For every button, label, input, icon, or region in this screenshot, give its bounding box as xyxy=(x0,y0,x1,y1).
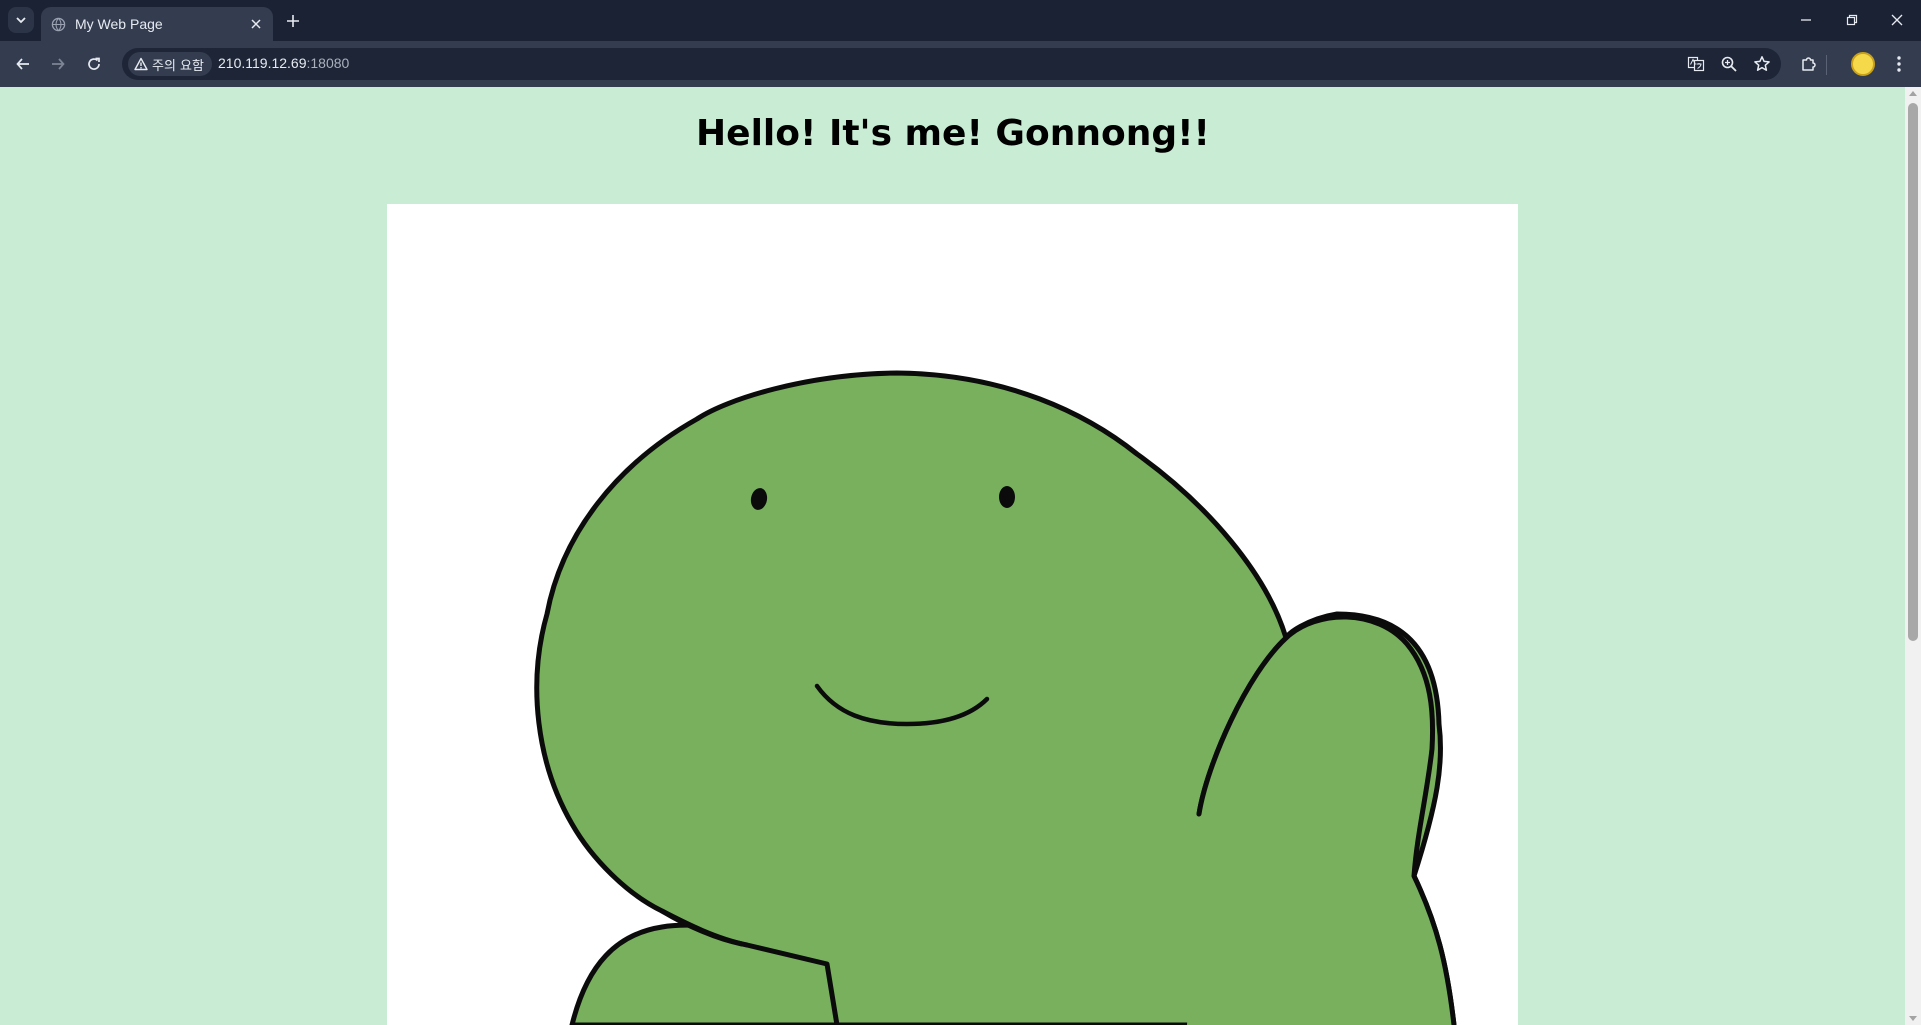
right-eye xyxy=(999,486,1015,508)
page-scrollbar[interactable] xyxy=(1905,87,1921,1025)
page-heading: Hello! It's me! Gonnong!! xyxy=(696,113,1210,154)
tab-search-button[interactable] xyxy=(8,7,34,33)
globe-icon xyxy=(51,17,66,31)
tab-close-button[interactable] xyxy=(245,13,267,35)
scroll-up-arrow[interactable] xyxy=(1909,91,1917,96)
scroll-thumb[interactable] xyxy=(1908,103,1918,641)
page-viewport: Hello! It's me! Gonnong!! xyxy=(1,87,1905,1025)
address-bar[interactable]: 주의 요함 210.119.12.69:18080 xyxy=(122,48,1781,80)
arrow-right-icon xyxy=(52,58,65,70)
scroll-down-arrow[interactable] xyxy=(1909,1016,1917,1021)
zoom-icon xyxy=(1721,56,1737,72)
reload-icon xyxy=(88,57,100,70)
puzzle-icon xyxy=(1802,57,1816,71)
forward-button[interactable] xyxy=(45,51,71,77)
arrow-left-icon xyxy=(16,58,29,70)
bookmark-button[interactable] xyxy=(1751,53,1773,75)
url-text[interactable]: 210.119.12.69:18080 xyxy=(218,55,349,71)
restore-icon xyxy=(1846,14,1858,26)
avatar[interactable] xyxy=(1851,52,1875,76)
tab-strip: My Web Page xyxy=(0,0,1921,41)
browser-toolbar: 주의 요함 210.119.12.69:18080 xyxy=(0,41,1921,87)
character-illustration xyxy=(534,370,1457,1025)
close-icon xyxy=(251,19,261,29)
active-tab[interactable]: My Web Page xyxy=(41,7,273,41)
close-window-button[interactable] xyxy=(1883,8,1911,32)
close-icon xyxy=(1891,14,1903,26)
warning-icon xyxy=(134,57,148,71)
url-host: 210.119.12.69 xyxy=(218,55,307,71)
character-image xyxy=(387,204,1518,1025)
new-tab-button[interactable] xyxy=(281,9,305,33)
restore-button[interactable] xyxy=(1838,8,1866,32)
translate-icon xyxy=(1687,56,1705,72)
zoom-button[interactable] xyxy=(1718,53,1740,75)
extensions-button[interactable] xyxy=(1796,51,1822,77)
translate-button[interactable] xyxy=(1685,53,1707,75)
minimize-button[interactable] xyxy=(1792,8,1820,32)
chevron-down-icon xyxy=(16,17,26,24)
minimize-icon xyxy=(1801,19,1811,21)
menu-button[interactable] xyxy=(1886,51,1912,77)
tab-title: My Web Page xyxy=(75,16,163,32)
back-button[interactable] xyxy=(10,51,36,77)
url-port: :18080 xyxy=(306,55,350,71)
site-security-chip[interactable]: 주의 요함 xyxy=(128,52,212,76)
kebab-menu-icon xyxy=(1897,56,1901,72)
star-icon xyxy=(1754,56,1770,71)
plus-icon xyxy=(287,15,299,27)
toolbar-divider xyxy=(1826,55,1827,75)
reload-button[interactable] xyxy=(81,51,107,77)
security-label: 주의 요함 xyxy=(152,58,204,74)
